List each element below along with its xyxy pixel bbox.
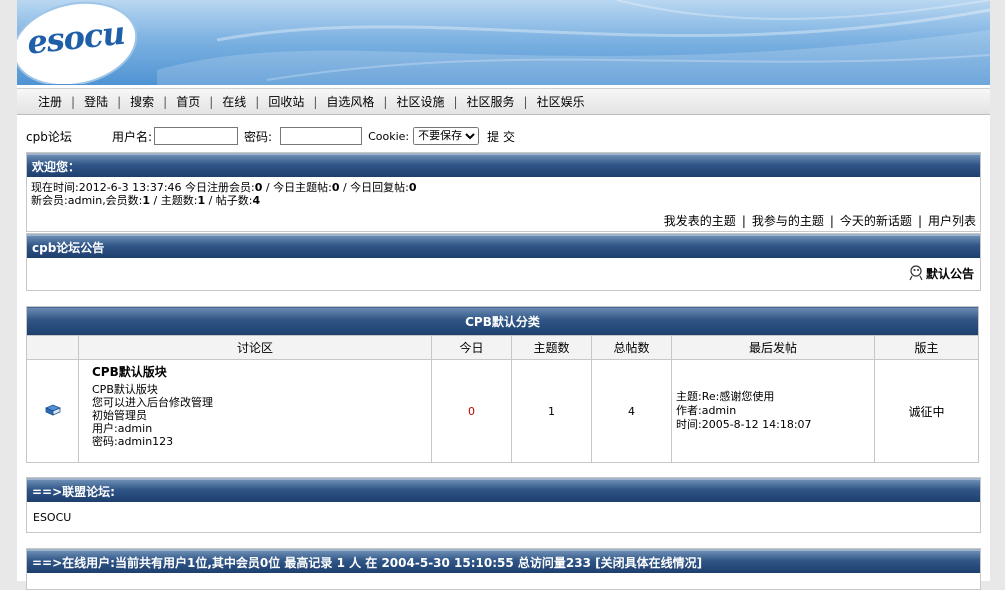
link-participated-topics[interactable]: 我参与的主题 (752, 214, 824, 228)
col-posts: 总帖数 (591, 335, 672, 360)
col-icon (26, 335, 79, 360)
union-panel: ==>联盟论坛: ESOCU (26, 477, 981, 533)
col-board: 讨论区 (78, 335, 432, 360)
stats-line-2: 新会员:admin,会员数:1 / 主题数:1 / 帖子数:4 (31, 194, 976, 207)
cookie-select[interactable]: 不要保存 (413, 127, 480, 145)
submit-button[interactable]: 提 交 (487, 128, 515, 145)
link-separator: | (829, 214, 834, 228)
link-separator: | (917, 214, 922, 228)
board-topics-count: 1 (511, 359, 592, 463)
link-separator: | (741, 214, 746, 228)
board-desc-2: 您可以进入后台修改管理 (92, 396, 213, 409)
union-list: ESOCU (27, 502, 980, 532)
welcome-stats: 现在时间:2012-6-3 13:37:46 今日注册会员: 0 / 今日主题帖:… (27, 177, 980, 207)
board-desc-4: 用户:admin (92, 422, 153, 435)
union-item-esocu[interactable]: ESOCU (33, 511, 71, 524)
board-today-count: 0 (431, 359, 512, 463)
members-count: 1 (142, 194, 151, 207)
last-post-subject[interactable]: 主题:Re:感谢您使用 (676, 390, 873, 404)
forum-name[interactable]: cpb论坛 (26, 128, 112, 145)
forum-table: CPB默认分类 讨论区 今日 主题数 总帖数 最后发帖 版主 CPB默认版块 C… (26, 306, 979, 463)
members-label: ,会员数: (102, 194, 143, 207)
board-info-cell: CPB默认版块 CPB默认版块 您可以进入后台修改管理 初始管理员 用户:adm… (78, 359, 432, 463)
today-replies-count: 0 (408, 181, 417, 194)
nav-register[interactable]: 注册 (29, 93, 71, 110)
page-frame: esocu 注册 | 登陆 | 搜索 | 首页 | 在线 | 回收站 | 自选风格 | 社区设… (17, 0, 990, 590)
posts-count: 4 (252, 194, 261, 207)
welcome-links: 我发表的主题 | 我参与的主题 | 今天的新话题 | 用户列表 (27, 207, 980, 229)
password-label: 密码: (244, 129, 273, 144)
today-reg-label: 今日注册会员: (181, 181, 255, 194)
nav-entertainment[interactable]: 社区娱乐 (528, 93, 594, 110)
welcome-header: 欢迎您： (27, 153, 980, 177)
col-topics: 主题数 (511, 335, 592, 360)
nav-services[interactable]: 社区服务 (458, 93, 524, 110)
default-announcement-text: 默认公告 (925, 266, 974, 281)
site-logo[interactable]: esocu (17, 0, 137, 84)
top-nav: 注册 | 登陆 | 搜索 | 首页 | 在线 | 回收站 | 自选风格 | 社区设施 | 社区服… (17, 88, 990, 115)
banner-waves (157, 0, 990, 85)
category-panel: CPB默认分类 讨论区 今日 主题数 总帖数 最后发帖 版主 CPB默认版块 C… (26, 306, 979, 463)
link-user-list[interactable]: 用户列表 (928, 214, 976, 228)
username-input[interactable] (154, 127, 239, 145)
col-moderator: 版主 (874, 335, 979, 360)
col-last-post: 最后发帖 (671, 335, 875, 360)
nav-styles[interactable]: 自选风格 (317, 93, 383, 110)
password-input[interactable] (280, 127, 363, 145)
nav-recycle-bin[interactable]: 回收站 (259, 93, 313, 110)
nav-online[interactable]: 在线 (213, 93, 255, 110)
union-header: ==>联盟论坛: (27, 478, 980, 502)
board-desc-3: 初始管理员 (92, 409, 147, 422)
forum-header-row: 讨论区 今日 主题数 总帖数 最后发帖 版主 (26, 335, 979, 360)
board-posts-count: 4 (591, 359, 672, 463)
new-member-link[interactable]: admin (68, 194, 102, 207)
username-label: 用户名: (112, 129, 153, 144)
today-replies-label: / 今日回复帖: (339, 181, 409, 194)
threads-label: / 主题数: (150, 194, 198, 207)
announcement-body: 默认公告 (27, 258, 980, 290)
stats-line-1: 现在时间:2012-6-3 13:37:46 今日注册会员: 0 / 今日主题帖:… (31, 181, 976, 194)
board-moderator: 诚征中 (874, 359, 979, 463)
current-time: 2012-6-3 13:37:46 (78, 181, 182, 194)
login-form: cpb论坛 用户名: 密码: Cookie: 不要保存 提 交 (26, 124, 986, 148)
board-name-link[interactable]: CPB默认版块 (92, 366, 431, 379)
site-banner: esocu (17, 0, 990, 85)
board-icon-cell (26, 359, 79, 463)
board-last-post-cell: 主题:Re:感谢您使用 作者:admin 时间:2005-8-12 14:18:… (671, 359, 875, 463)
cookie-label: Cookie: (368, 129, 410, 143)
online-panel: ==>在线用户:当前共有用户1位,其中会员0位 最高记录 1 人 在 2004-… (26, 548, 981, 590)
default-announcement-link[interactable]: 默认公告 (908, 264, 974, 282)
nav-login[interactable]: 登陆 (75, 93, 117, 110)
new-member-label: 新会员: (31, 194, 68, 207)
category-title[interactable]: CPB默认分类 (26, 306, 979, 336)
announcement-header: cpb论坛公告 (27, 234, 980, 258)
category-title-row: CPB默认分类 (26, 306, 979, 336)
board-row: CPB默认版块 CPB默认版块 您可以进入后台修改管理 初始管理员 用户:adm… (26, 359, 979, 463)
nav-search[interactable]: 搜索 (121, 93, 163, 110)
board-desc-5: 密码:admin123 (92, 435, 174, 448)
last-post-time: 时间:2005-8-12 14:18:07 (676, 418, 812, 431)
last-post-author[interactable]: 作者:admin (676, 404, 873, 418)
time-label: 现在时间: (31, 181, 79, 194)
link-my-topics[interactable]: 我发表的主题 (664, 214, 736, 228)
nav-facilities[interactable]: 社区设施 (387, 93, 453, 110)
nav-home[interactable]: 首页 (167, 93, 209, 110)
board-book-icon[interactable] (44, 403, 61, 417)
board-desc-1: CPB默认版块 (92, 383, 158, 396)
threads-count: 1 (197, 194, 206, 207)
today-topics-label: / 今日主题帖: (262, 181, 332, 194)
link-today-topics[interactable]: 今天的新话题 (840, 214, 912, 228)
posts-label: / 帖子数: (205, 194, 253, 207)
announcement-icon (909, 265, 923, 281)
col-today: 今日 (431, 335, 512, 360)
welcome-panel: 欢迎您： 现在时间:2012-6-3 13:37:46 今日注册会员: 0 / 今… (26, 152, 981, 232)
announcement-panel: cpb论坛公告 默认公告 (26, 233, 981, 291)
online-header[interactable]: ==>在线用户:当前共有用户1位,其中会员0位 最高记录 1 人 在 2004-… (27, 549, 980, 573)
